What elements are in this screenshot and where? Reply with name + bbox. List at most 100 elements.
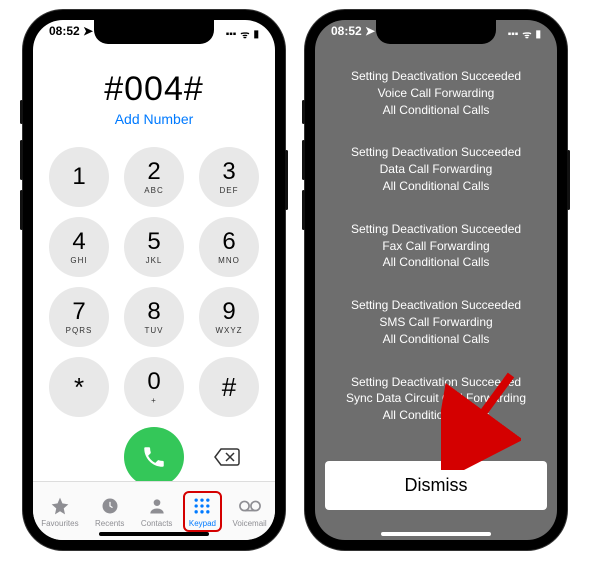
volume-down [302,190,305,230]
key-4[interactable]: 4 GHI [49,217,109,277]
backspace-icon [213,447,241,467]
result-line: All Conditional Calls [339,407,533,424]
result-line: Setting Deactivation Succeeded [339,374,533,391]
key-digit: # [222,374,236,400]
dismiss-button[interactable]: Dismiss [325,461,547,510]
key-digit: 3 [222,160,235,184]
result-messages: Setting Deactivation SucceededVoice Call… [315,20,557,468]
key-letters: MNO [218,256,240,265]
key-7[interactable]: 7 PQRS [49,287,109,347]
result-line: Data Call Forwarding [339,161,533,178]
key-letters: WXYZ [215,326,242,335]
side-button [567,150,570,210]
contact-icon [146,495,168,517]
key-digit: 8 [147,300,160,324]
battery-icon: ▮ [535,29,541,40]
side-button [285,150,288,210]
status-time: 08:52 [331,24,362,38]
result-block: Setting Deactivation SucceededSync Data … [339,374,533,424]
tab-label: Favourites [41,519,78,528]
key-6[interactable]: 6 MNO [199,217,259,277]
key-digit: 6 [222,230,235,254]
result-block: Setting Deactivation SucceededVoice Call… [339,68,533,118]
tab-label: Recents [95,519,124,528]
delete-button[interactable] [209,439,245,475]
key-digit: 7 [72,300,85,324]
tab-voicemail[interactable]: Voicemail [228,493,270,530]
key-5[interactable]: 5JKL [124,217,184,277]
key-digit: * [74,374,84,400]
clock-icon [99,495,121,517]
wifi-icon: ᯤ [522,27,531,41]
key-digit: 0 [147,370,160,394]
battery-icon: ▮ [253,29,259,40]
result-line: Voice Call Forwarding [339,85,533,102]
result-line: Setting Deactivation Succeeded [339,297,533,314]
tab-label: Keypad [189,519,216,528]
result-block: Setting Deactivation SucceededFax Call F… [339,221,533,271]
tab-label: Voicemail [232,519,266,528]
key-digit: 1 [72,165,85,189]
location-icon: ➤ [83,24,93,38]
key-letters: JKL [146,256,163,265]
tab-contacts[interactable]: Contacts [137,493,177,530]
keypad: 1 2 ABC 3 DEF 4 GHI 5JKL 6 MNO 7 PQRS 8 TUV 9 WXYZ * 0+ # [49,147,259,417]
key-*[interactable]: * [49,357,109,417]
key-letters: GHI [70,256,87,265]
phone-icon [141,444,167,470]
mute-switch [20,100,23,124]
volume-up [302,140,305,180]
key-digit: 4 [72,230,85,254]
key-0[interactable]: 0+ [124,357,184,417]
home-indicator[interactable] [381,532,491,536]
result-line: Setting Deactivation Succeeded [339,221,533,238]
keypad-icon [191,495,213,517]
key-3[interactable]: 3 DEF [199,147,259,207]
result-line: All Conditional Calls [339,331,533,348]
home-indicator[interactable] [99,532,209,536]
screen-result: 08:52 ➤ ▪▪▪ ᯤ ▮ Setting Deactivation Suc… [315,20,557,540]
add-number-link[interactable]: Add Number [33,111,275,127]
status-time: 08:52 [49,24,80,38]
result-block: Setting Deactivation SucceededSMS Call F… [339,297,533,347]
key-digit: 2 [147,160,160,184]
result-line: All Conditional Calls [339,178,533,195]
notch [94,20,214,44]
result-line: Fax Call Forwarding [339,238,533,255]
phone-left: 08:52 ➤ ▪▪▪ ᯤ ▮ #004# Add Number 12ABC3D… [23,10,285,550]
screen-dialer: 08:52 ➤ ▪▪▪ ᯤ ▮ #004# Add Number 12ABC3D… [33,20,275,540]
wifi-icon: ᯤ [240,27,249,41]
key-letters: PQRS [66,326,93,335]
keypad-bottom-row [33,427,275,487]
notch [376,20,496,44]
key-2[interactable]: 2 ABC [124,147,184,207]
key-8[interactable]: 8 TUV [124,287,184,347]
volume-down [20,190,23,230]
key-digit: 9 [222,300,235,324]
result-line: SMS Call Forwarding [339,314,533,331]
location-icon: ➤ [365,24,375,38]
star-icon [49,495,71,517]
result-line: Setting Deactivation Succeeded [339,68,533,85]
key-1[interactable]: 1 [49,147,109,207]
signal-icon: ▪▪▪ [226,29,237,40]
volume-up [20,140,23,180]
tab-label: Contacts [141,519,173,528]
result-line: All Conditional Calls [339,254,533,271]
call-button[interactable] [124,427,184,487]
result-block: Setting Deactivation SucceededData Call … [339,144,533,194]
phone-right: 08:52 ➤ ▪▪▪ ᯤ ▮ Setting Deactivation Suc… [305,10,567,550]
mute-switch [302,100,305,124]
key-letters: ABC [144,186,163,195]
key-letters: TUV [145,326,164,335]
signal-icon: ▪▪▪ [508,29,519,40]
key-9[interactable]: 9 WXYZ [199,287,259,347]
result-line: Setting Deactivation Succeeded [339,144,533,161]
voicemail-icon [239,495,261,517]
tab-keypad[interactable]: Keypad [185,493,220,530]
result-line: All Conditional Calls [339,102,533,119]
tab-favourites[interactable]: Favourites [37,493,82,530]
tab-recents[interactable]: Recents [91,493,128,530]
key-#[interactable]: # [199,357,259,417]
key-letters: DEF [220,186,239,195]
